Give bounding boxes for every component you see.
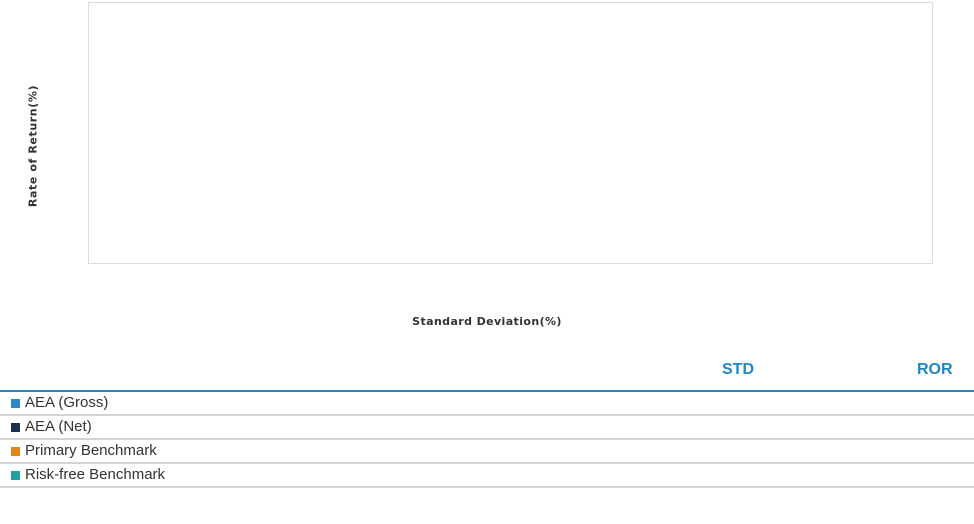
legend-table-header: STD ROR — [0, 357, 974, 392]
y-axis-label: Rate of Return(%) — [26, 84, 40, 208]
legend-label-risk-free-benchmark: Risk-free Benchmark — [25, 466, 166, 483]
legend-row-primary-benchmark[interactable]: Primary Benchmark — [0, 440, 974, 464]
legend-swatch-aea-net — [11, 423, 20, 432]
legend-row-risk-free-benchmark[interactable]: Risk-free Benchmark — [0, 464, 974, 488]
legend-swatch-aea-gross — [11, 399, 20, 408]
legend-label-aea-gross: AEA (Gross) — [25, 394, 109, 411]
legend-swatch-risk-free-benchmark — [11, 471, 20, 480]
legend-label-primary-benchmark: Primary Benchmark — [25, 442, 157, 459]
x-axis-label: Standard Deviation(%) — [412, 315, 562, 328]
legend-table: STD ROR AEA (Gross) AEA (Net) Primary Be… — [0, 357, 974, 488]
legend-label-aea-net: AEA (Net) — [25, 418, 92, 435]
legend-row-aea-net[interactable]: AEA (Net) — [0, 416, 974, 440]
plot-area — [88, 2, 933, 264]
column-header-ror: ROR — [917, 361, 953, 378]
column-header-std: STD — [722, 361, 754, 378]
legend-swatch-primary-benchmark — [11, 447, 20, 456]
legend-row-aea-gross[interactable]: AEA (Gross) — [0, 392, 974, 416]
